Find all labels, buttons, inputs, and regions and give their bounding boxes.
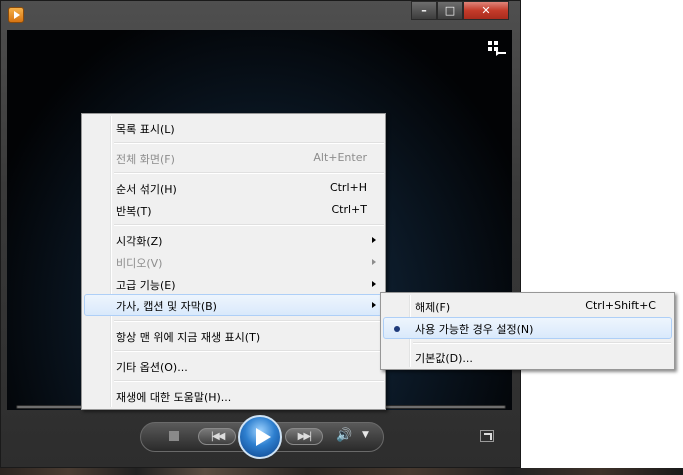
radio-bullet-icon [394,326,400,332]
lyrics-captions-submenu: 해제(F) Ctrl+Shift+C 사용 가능한 경우 설정(N) 기본값(D… [380,292,675,370]
menu-item-visualizations[interactable]: 시각화(Z) [84,229,383,251]
menu-item-label: 기타 옵션(O)... [116,361,188,374]
menu-item-label: 반복(T) [116,205,152,218]
submenu-arrow-icon [372,281,376,287]
submenu-item-off[interactable]: 해제(F) Ctrl+Shift+C [383,295,672,317]
caption-buttons: – □ ✕ [411,1,509,20]
menu-separator [413,342,671,344]
menu-separator [114,380,384,382]
menu-separator [114,172,384,174]
submenu-arrow-icon [372,302,376,308]
menu-item-label: 목록 표시(L) [116,123,175,136]
volume-dropdown-icon[interactable]: ▼ [362,430,369,440]
menu-item-label: 시각화(Z) [116,235,163,248]
menu-item-label: 가사, 캡션 및 자막(B) [116,300,217,313]
fullscreen-icon[interactable] [480,430,494,442]
maximize-button[interactable]: □ [437,1,463,20]
submenu-item-label: 해제(F) [415,301,451,314]
menu-item-video[interactable]: 비디오(V) [84,251,383,273]
menu-item-always-on-top[interactable]: 항상 맨 위에 지금 재생 표시(T) [84,325,383,347]
menu-item-shortcut: Alt+Enter [313,151,367,164]
submenu-arrow-icon [372,259,376,265]
minimize-button[interactable]: – [411,1,437,20]
submenu-item-label: 사용 가능한 경우 설정(N) [415,323,534,336]
close-button[interactable]: ✕ [463,1,509,20]
previous-button[interactable]: |◀◀ [198,428,236,445]
context-menu: 목록 표시(L) 전체 화면(F) Alt+Enter 순서 섞기(H) Ctr… [81,113,386,410]
submenu-item-on-if-available[interactable]: 사용 가능한 경우 설정(N) [383,317,672,339]
menu-item-label: 고급 기능(E) [116,279,176,292]
menu-item-repeat[interactable]: 반복(T) Ctrl+T [84,199,383,221]
submenu-arrow-icon [372,237,376,243]
menu-item-label: 비디오(V) [116,257,163,270]
media-player-app-icon[interactable] [8,7,24,23]
menu-item-label: 재생에 대한 도움말(H)... [116,391,232,404]
next-button[interactable]: ▶▶| [285,428,323,445]
menu-item-label: 항상 맨 위에 지금 재생 표시(T) [116,331,261,344]
play-button[interactable] [238,415,282,459]
menu-item-help-with-playback[interactable]: 재생에 대한 도움말(H)... [84,385,383,407]
menu-item-shortcut: Ctrl+T [331,203,367,216]
switch-to-library-icon[interactable] [488,40,506,56]
menu-item-shortcut: Ctrl+H [329,181,367,194]
submenu-item-label: 기본값(D)... [415,352,473,365]
submenu-item-defaults[interactable]: 기본값(D)... [383,346,672,368]
menu-item-lyrics-captions-subtitles[interactable]: 가사, 캡션 및 자막(B) [84,294,383,316]
stop-button[interactable] [169,431,179,441]
desktop-background [0,468,683,475]
menu-item-fullscreen[interactable]: 전체 화면(F) Alt+Enter [84,147,383,169]
submenu-item-shortcut: Ctrl+Shift+C [585,299,656,312]
menu-item-more-options[interactable]: 기타 옵션(O)... [84,355,383,377]
menu-separator [114,142,384,144]
menu-item-enhancements[interactable]: 고급 기능(E) [84,273,383,295]
volume-icon[interactable]: 🔊 [336,428,352,443]
menu-separator [114,224,384,226]
menu-item-show-list[interactable]: 목록 표시(L) [84,117,383,139]
menu-separator [114,320,384,322]
menu-item-label: 순서 섞기(H) [116,183,177,196]
menu-item-shuffle[interactable]: 순서 섞기(H) Ctrl+H [84,177,383,199]
menu-separator [114,350,384,352]
menu-item-label: 전체 화면(F) [116,153,175,166]
